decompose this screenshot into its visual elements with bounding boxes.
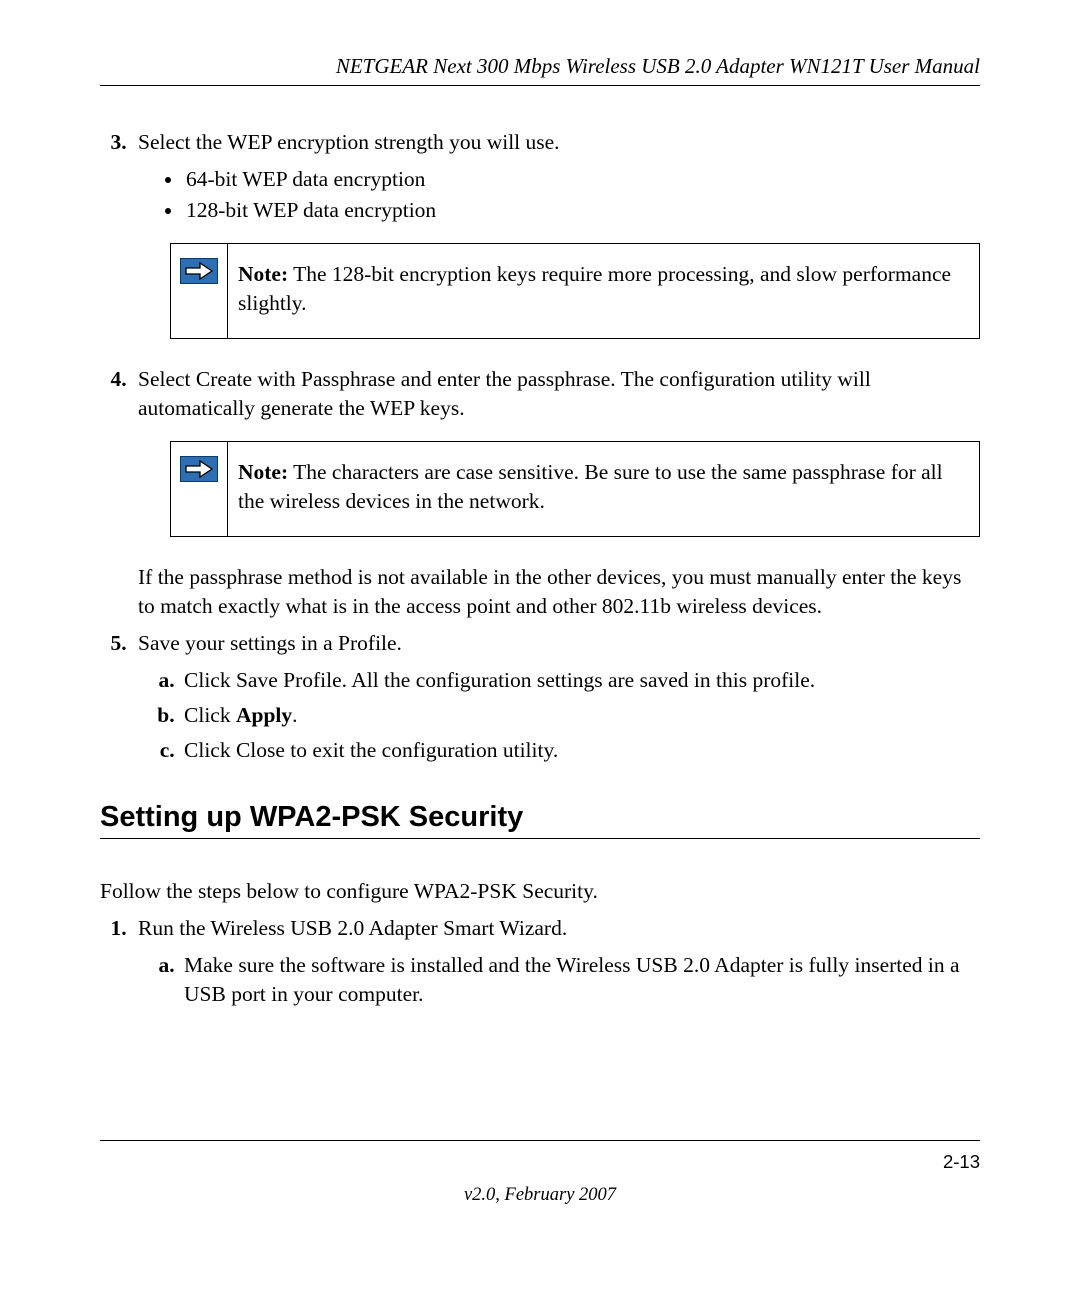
section-intro: Follow the steps below to configure WPA2… xyxy=(100,879,980,904)
page-footer: 2-13 v2.0, February 2007 xyxy=(100,1140,980,1206)
sec-step-1-text: Run the Wireless USB 2.0 Adapter Smart W… xyxy=(138,916,567,940)
bullet-128bit: 128-bit WEP data encryption xyxy=(184,196,980,225)
note-1-label: Note: xyxy=(238,262,288,286)
step-5b: Click Apply. xyxy=(180,701,980,730)
step-4: Select Create with Passphrase and enter … xyxy=(132,365,980,621)
bullet-64bit: 64-bit WEP data encryption xyxy=(184,165,980,194)
step-5c: Click Close to exit the configuration ut… xyxy=(180,736,980,765)
note-1-text: Note: The 128-bit encryption keys requir… xyxy=(228,244,979,338)
section-heading-wpa2: Setting up WPA2-PSK Security xyxy=(100,801,980,839)
note-icon-cell-2 xyxy=(171,442,228,536)
page: NETGEAR Next 300 Mbps Wireless USB 2.0 A… xyxy=(0,0,1080,1296)
step-3: Select the WEP encryption strength you w… xyxy=(132,128,980,339)
step-3-text: Select the WEP encryption strength you w… xyxy=(138,130,560,154)
note-1-body: The 128-bit encryption keys require more… xyxy=(238,262,951,315)
arrow-right-icon xyxy=(180,258,218,284)
page-number: 2-13 xyxy=(100,1151,980,1173)
note-2-text: Note: The characters are case sensitive.… xyxy=(228,442,979,536)
step-5-text: Save your settings in a Profile. xyxy=(138,631,402,655)
arrow-right-icon xyxy=(180,456,218,482)
header-title: NETGEAR Next 300 Mbps Wireless USB 2.0 A… xyxy=(336,54,980,78)
footer-version: v2.0, February 2007 xyxy=(100,1185,980,1206)
step-5b-suffix: . xyxy=(292,703,297,727)
note-box-1: Note: The 128-bit encryption keys requir… xyxy=(170,243,980,339)
after-note-2-para: If the passphrase method is not availabl… xyxy=(138,563,980,621)
page-header: NETGEAR Next 300 Mbps Wireless USB 2.0 A… xyxy=(100,54,980,86)
step-3-bullets: 64-bit WEP data encryption 128-bit WEP d… xyxy=(138,165,980,225)
step-5b-bold: Apply xyxy=(236,703,292,727)
step-5: Save your settings in a Profile. Click S… xyxy=(132,629,980,765)
step-5-sublist: Click Save Profile. All the configuratio… xyxy=(138,666,980,765)
note-icon-cell xyxy=(171,244,228,338)
sec-step-1-sublist: Make sure the software is installed and … xyxy=(138,951,980,1009)
sec-step-1: Run the Wireless USB 2.0 Adapter Smart W… xyxy=(132,914,980,1009)
step-4-text: Select Create with Passphrase and enter … xyxy=(138,367,871,420)
note-2-label: Note: xyxy=(238,460,288,484)
note-2-body: The characters are case sensitive. Be su… xyxy=(238,460,943,513)
main-ordered-list: Select the WEP encryption strength you w… xyxy=(100,128,980,765)
step-5a: Click Save Profile. All the configuratio… xyxy=(180,666,980,695)
sec-step-1a: Make sure the software is installed and … xyxy=(180,951,980,1009)
step-5b-prefix: Click xyxy=(184,703,236,727)
second-ordered-list: Run the Wireless USB 2.0 Adapter Smart W… xyxy=(100,914,980,1009)
note-box-2: Note: The characters are case sensitive.… xyxy=(170,441,980,537)
